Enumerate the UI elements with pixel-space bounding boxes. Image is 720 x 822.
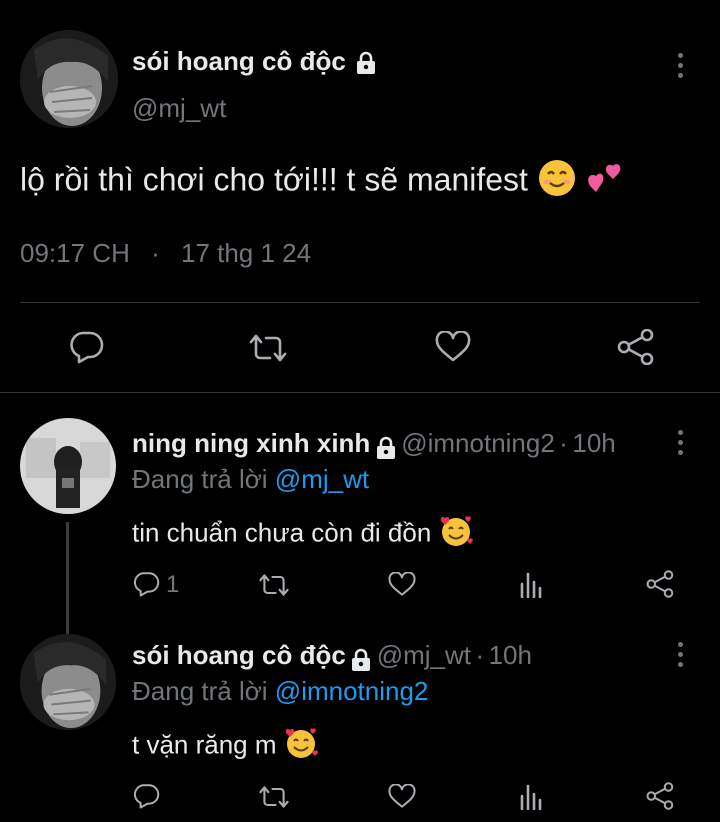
share-icon[interactable]	[617, 329, 657, 365]
reply-text-content: tin chuẩn chưa còn đi đồn	[132, 517, 432, 548]
retweet-icon[interactable]	[248, 332, 288, 364]
reply-header: ning ning xinh xinh @imnotning2 · 10h	[132, 428, 616, 460]
tweet-text: lộ rồi thì chơi cho tới!!! t sẽ manifest	[20, 158, 626, 206]
avatar[interactable]	[20, 634, 116, 730]
replying-prefix: Đang trả lời	[132, 464, 268, 494]
like-icon[interactable]	[435, 331, 471, 363]
more-icon[interactable]	[678, 430, 684, 460]
display-name[interactable]: sói hoang cô độc	[132, 46, 377, 77]
timestamp-row: 09:17 CH · 17 thg 1 24	[20, 238, 311, 269]
reply-header: sói hoang cô độc @mj_wt · 10h	[132, 640, 532, 672]
dot-separator: ·	[559, 428, 568, 458]
meta-separator: ·	[151, 238, 160, 268]
handle[interactable]: @mj_wt	[132, 93, 226, 124]
tweet-time[interactable]: 09:17 CH	[20, 238, 130, 268]
tweet-date[interactable]: 17 thg 1 24	[181, 238, 311, 268]
reply-text-content: t vặn răng m	[132, 729, 277, 760]
dot-separator: ·	[475, 640, 485, 670]
replying-to: Đang trả lời @mj_wt	[132, 464, 369, 495]
divider	[20, 302, 700, 303]
thread-line	[66, 522, 69, 634]
two-hearts-emoji	[586, 158, 626, 206]
share-icon[interactable]	[646, 782, 676, 810]
reply-icon[interactable]	[132, 571, 160, 597]
handle[interactable]: @mj_wt	[377, 640, 471, 670]
replying-to-handle[interactable]: @mj_wt	[275, 464, 369, 494]
more-icon[interactable]	[678, 642, 684, 672]
tweet-text-content: lộ rồi thì chơi cho tới!!! t sẽ manifest	[20, 161, 528, 198]
handle[interactable]: @imnotning2	[401, 428, 555, 458]
display-name[interactable]: ning ning xinh xinh	[132, 428, 370, 458]
reply-icon[interactable]	[68, 330, 104, 364]
share-icon[interactable]	[646, 570, 676, 598]
like-icon[interactable]	[388, 572, 416, 597]
replying-prefix: Đang trả lời	[132, 676, 268, 706]
lock-icon	[375, 436, 397, 460]
reply-time[interactable]: 10h	[489, 640, 532, 670]
smiling-face-with-hearts-emoji	[439, 514, 473, 555]
reply-time[interactable]: 10h	[572, 428, 615, 458]
reply-text: t vặn răng m	[132, 726, 318, 767]
lock-icon	[355, 51, 377, 75]
section-divider	[0, 392, 720, 393]
views-icon[interactable]	[520, 782, 544, 810]
replying-to-handle[interactable]: @imnotning2	[275, 676, 429, 706]
retweet-icon[interactable]	[258, 784, 290, 810]
reply-count: 1	[166, 571, 180, 598]
lock-icon	[350, 648, 372, 672]
like-icon[interactable]	[388, 784, 416, 809]
display-name-text[interactable]: sói hoang cô độc	[132, 46, 346, 76]
avatar[interactable]	[20, 30, 118, 128]
display-name[interactable]: sói hoang cô độc	[132, 640, 346, 670]
smiling-face-emoji	[537, 158, 577, 206]
more-icon[interactable]	[678, 53, 684, 83]
views-icon[interactable]	[520, 570, 544, 598]
smiling-face-with-hearts-emoji	[284, 726, 318, 767]
replying-to: Đang trả lời @imnotning2	[132, 676, 428, 707]
reply-icon[interactable]	[132, 783, 160, 809]
avatar[interactable]	[20, 418, 116, 514]
retweet-icon[interactable]	[258, 572, 290, 598]
reply-text: tin chuẩn chưa còn đi đồn	[132, 514, 473, 555]
